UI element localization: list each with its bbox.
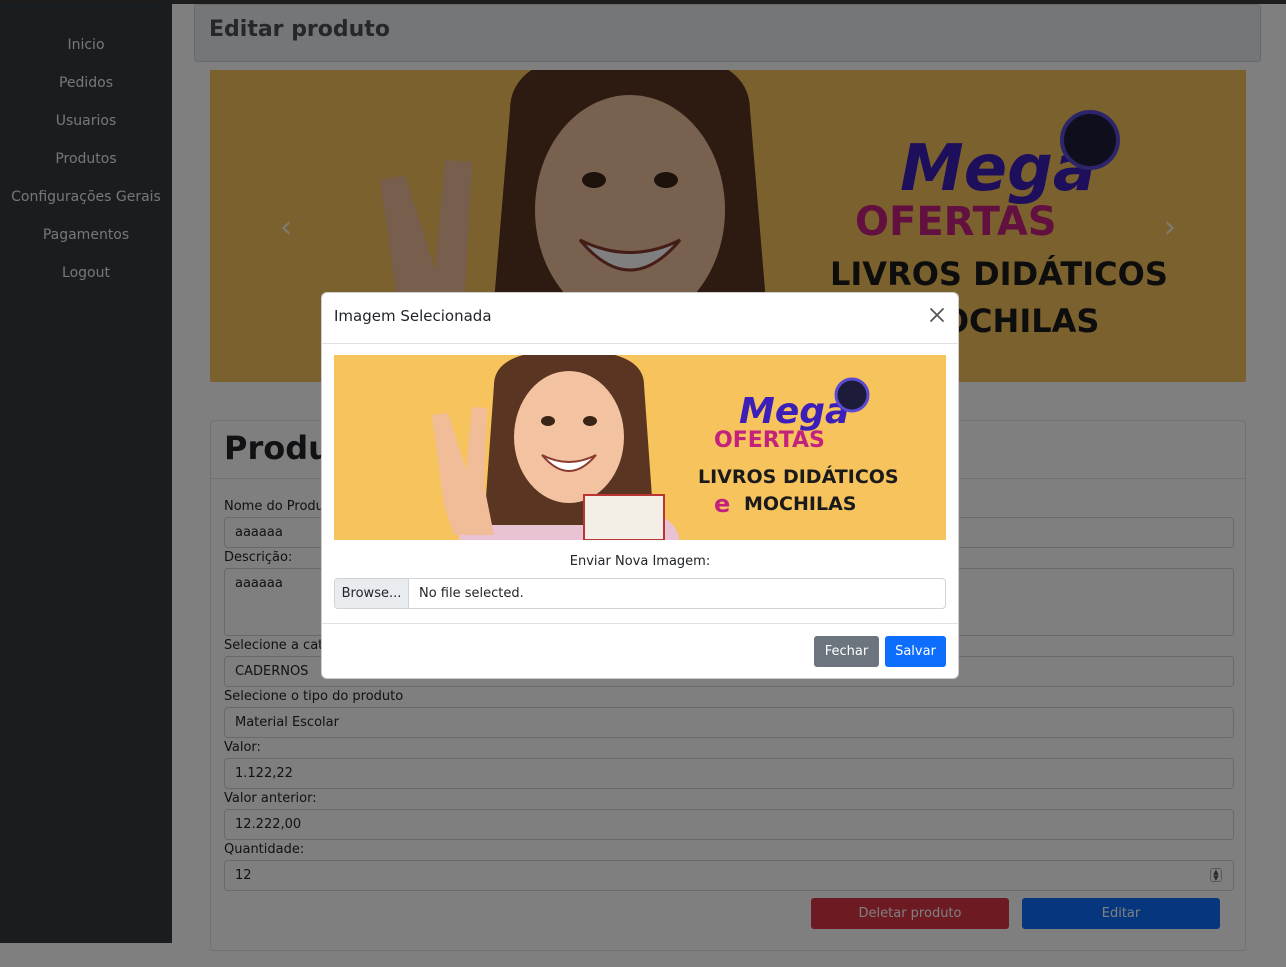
image-modal: Imagem Selecionada Mega OFERTAS LIVROS D… <box>321 292 959 679</box>
preview-line-1: LIVROS DIDÁTICOS <box>698 465 899 488</box>
preview-line-2-prefix: e <box>714 490 730 518</box>
close-button[interactable]: Fechar <box>814 636 879 667</box>
modal-footer: Fechar Salvar <box>322 623 958 679</box>
browse-button[interactable]: Browse... <box>335 579 409 608</box>
selected-image-preview: Mega OFERTAS LIVROS DIDÁTICOS e MOCHILAS <box>334 355 946 540</box>
modal-body: Mega OFERTAS LIVROS DIDÁTICOS e MOCHILAS… <box>334 355 946 609</box>
close-icon[interactable] <box>928 306 946 324</box>
preview-brand-bottom: OFERTAS <box>714 428 825 453</box>
preview-line-2: MOCHILAS <box>744 493 856 515</box>
preview-brand-top: Mega <box>739 391 849 432</box>
save-button[interactable]: Salvar <box>885 636 946 667</box>
file-status: No file selected. <box>419 586 524 601</box>
modal-title: Imagem Selecionada <box>334 307 492 325</box>
upload-label: Enviar Nova Imagem: <box>569 554 711 569</box>
modal-header: Imagem Selecionada <box>322 293 958 344</box>
file-input[interactable]: Browse... No file selected. <box>334 578 946 609</box>
